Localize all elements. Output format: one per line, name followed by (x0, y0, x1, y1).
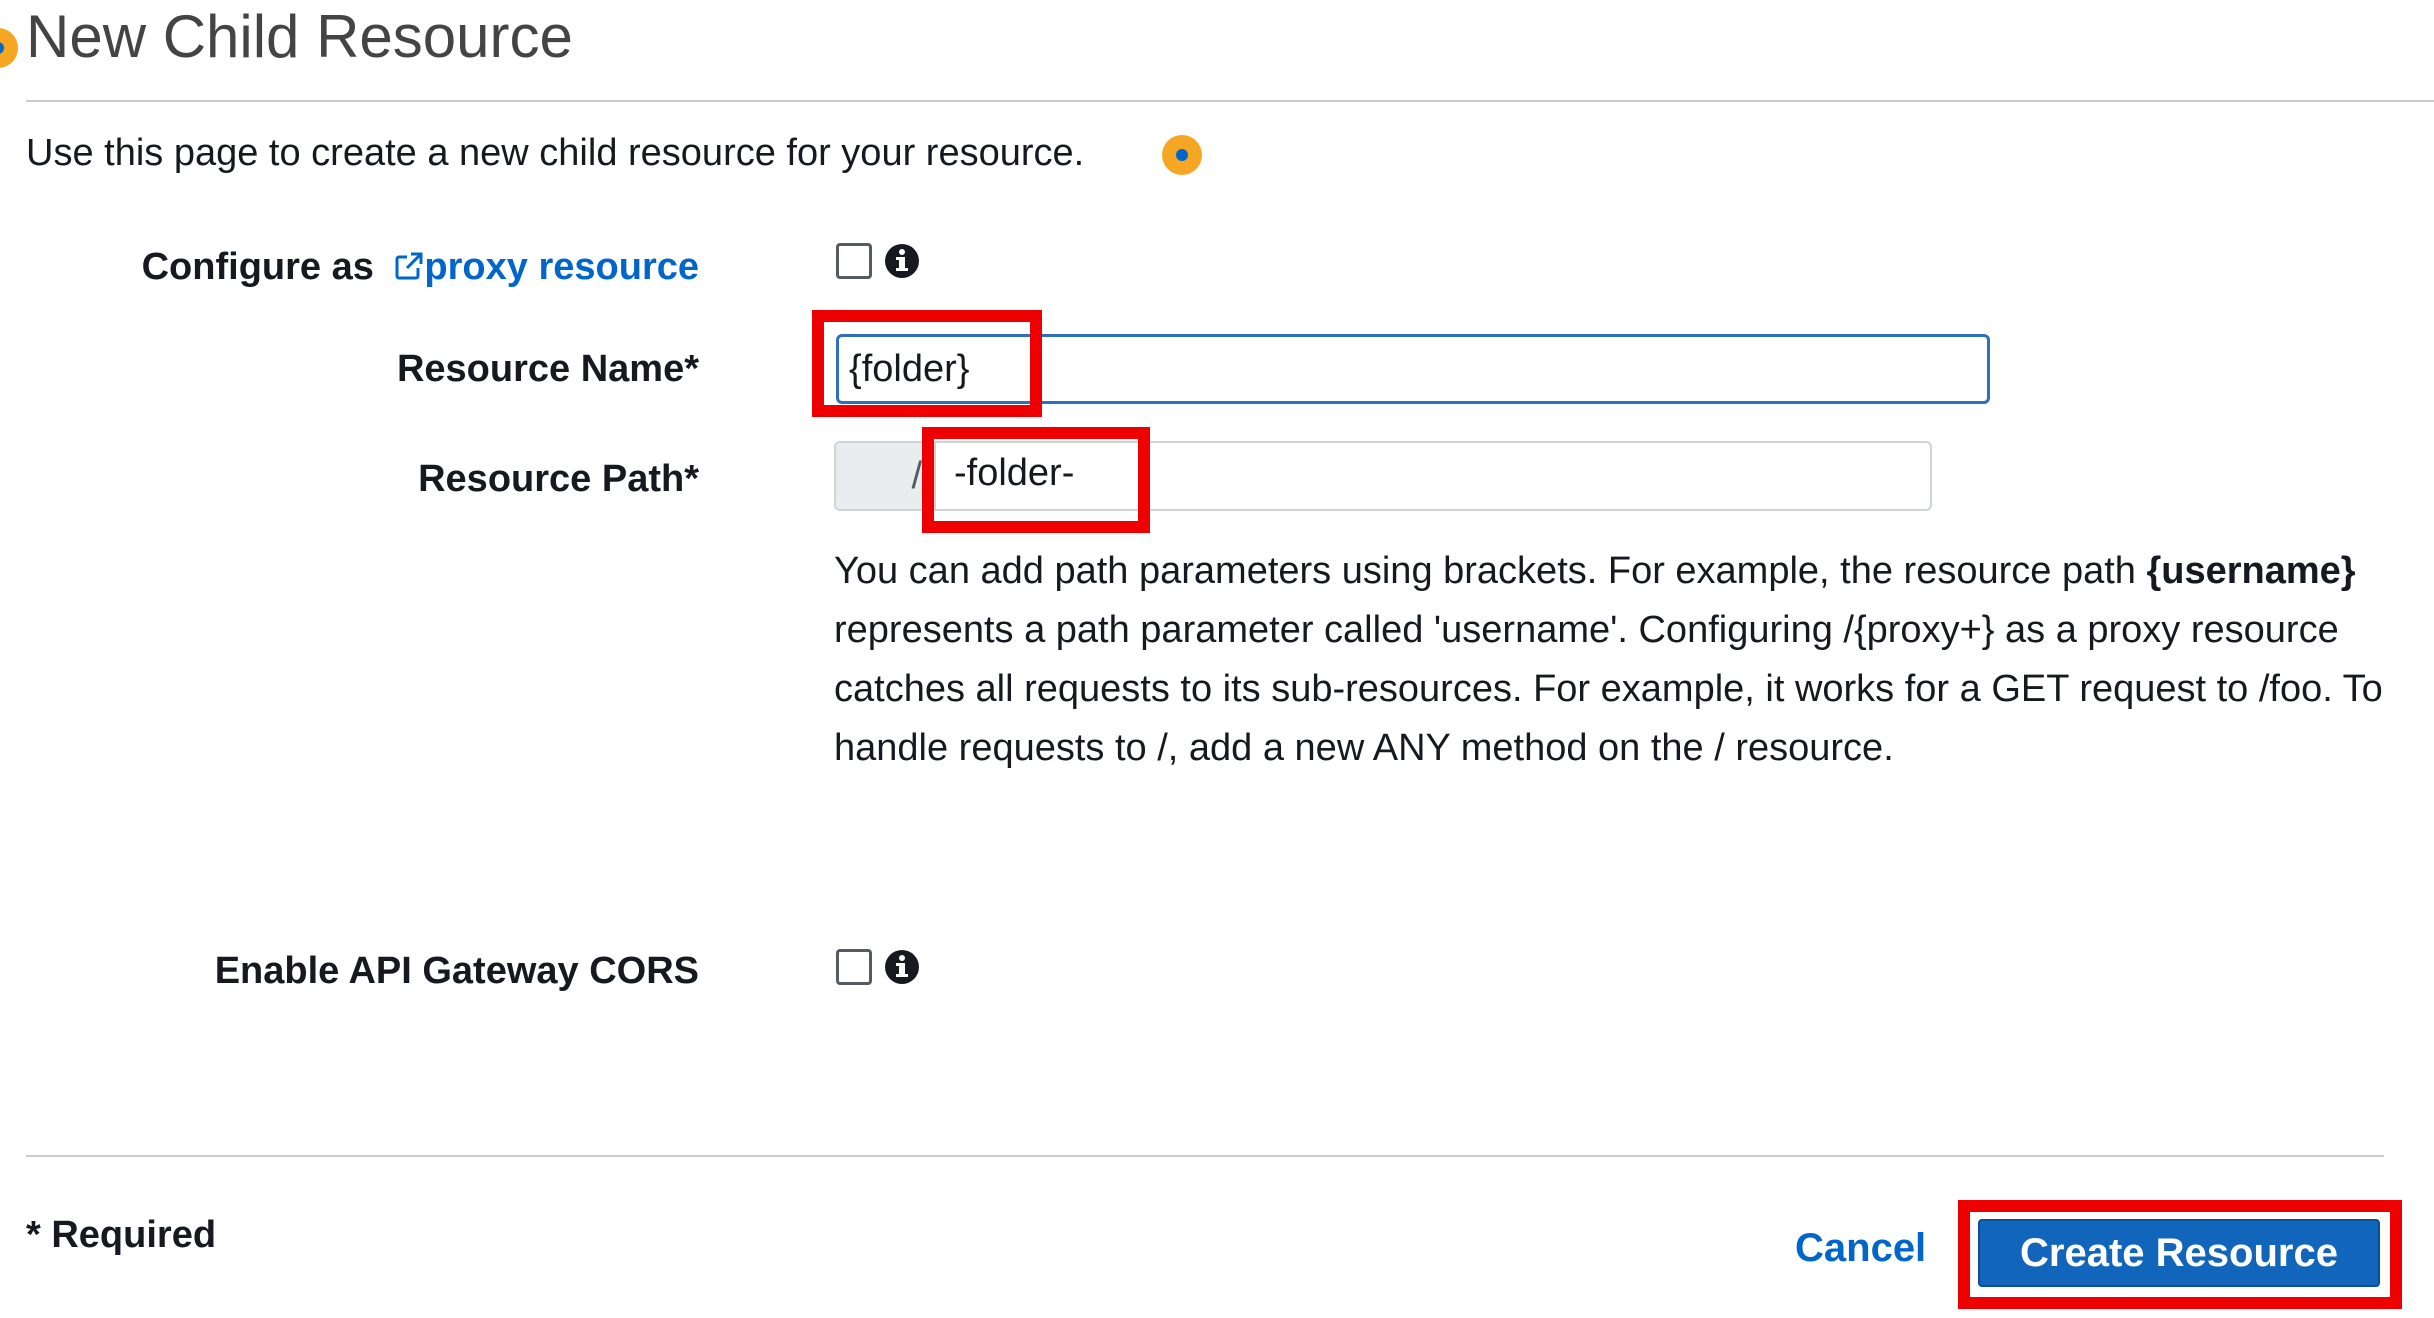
help-text-bold: {username} (2146, 550, 2356, 592)
footer-divider (26, 1155, 2384, 1157)
page-title: New Child Resource (26, 3, 573, 70)
new-child-resource-page: New Child Resource Use this page to crea… (0, 0, 2434, 1318)
info-icon[interactable] (884, 949, 920, 985)
enable-cors-checkbox[interactable] (836, 949, 872, 985)
enable-cors-label: Enable API Gateway CORS (214, 950, 699, 992)
resource-name-label: Resource Name* (396, 348, 699, 390)
resource-name-input[interactable] (836, 334, 1990, 404)
help-text-part1: You can add path parameters using bracke… (834, 550, 2147, 592)
cancel-button[interactable]: Cancel (1795, 1226, 1926, 1271)
external-link-icon (395, 252, 423, 280)
path-help-text: You can add path parameters using bracke… (834, 542, 2404, 778)
proxy-resource-link[interactable]: proxy resource (384, 246, 699, 288)
resource-path-prefix: / (836, 443, 936, 509)
help-dot-icon[interactable] (0, 28, 18, 68)
proxy-resource-checkbox[interactable] (836, 243, 872, 279)
info-icon[interactable] (884, 243, 920, 279)
create-resource-button[interactable]: Create Resource (1978, 1219, 2380, 1287)
resource-path-field: / (834, 441, 1932, 511)
proxy-resource-label: Configure as proxy resource (142, 246, 699, 289)
proxy-resource-link-text: proxy resource (424, 246, 699, 288)
resource-path-label: Resource Path* (418, 458, 699, 500)
proxy-label-prefix: Configure as (141, 246, 385, 288)
help-dot-icon[interactable] (1162, 135, 1202, 175)
page-description: Use this page to create a new child reso… (26, 132, 1084, 175)
help-text-part2: represents a path parameter called 'user… (834, 609, 2383, 769)
title-divider (26, 100, 2434, 102)
resource-path-input[interactable] (954, 443, 1924, 509)
required-note: * Required (26, 1214, 217, 1256)
page-description-text: Use this page to create a new child reso… (26, 132, 1085, 174)
